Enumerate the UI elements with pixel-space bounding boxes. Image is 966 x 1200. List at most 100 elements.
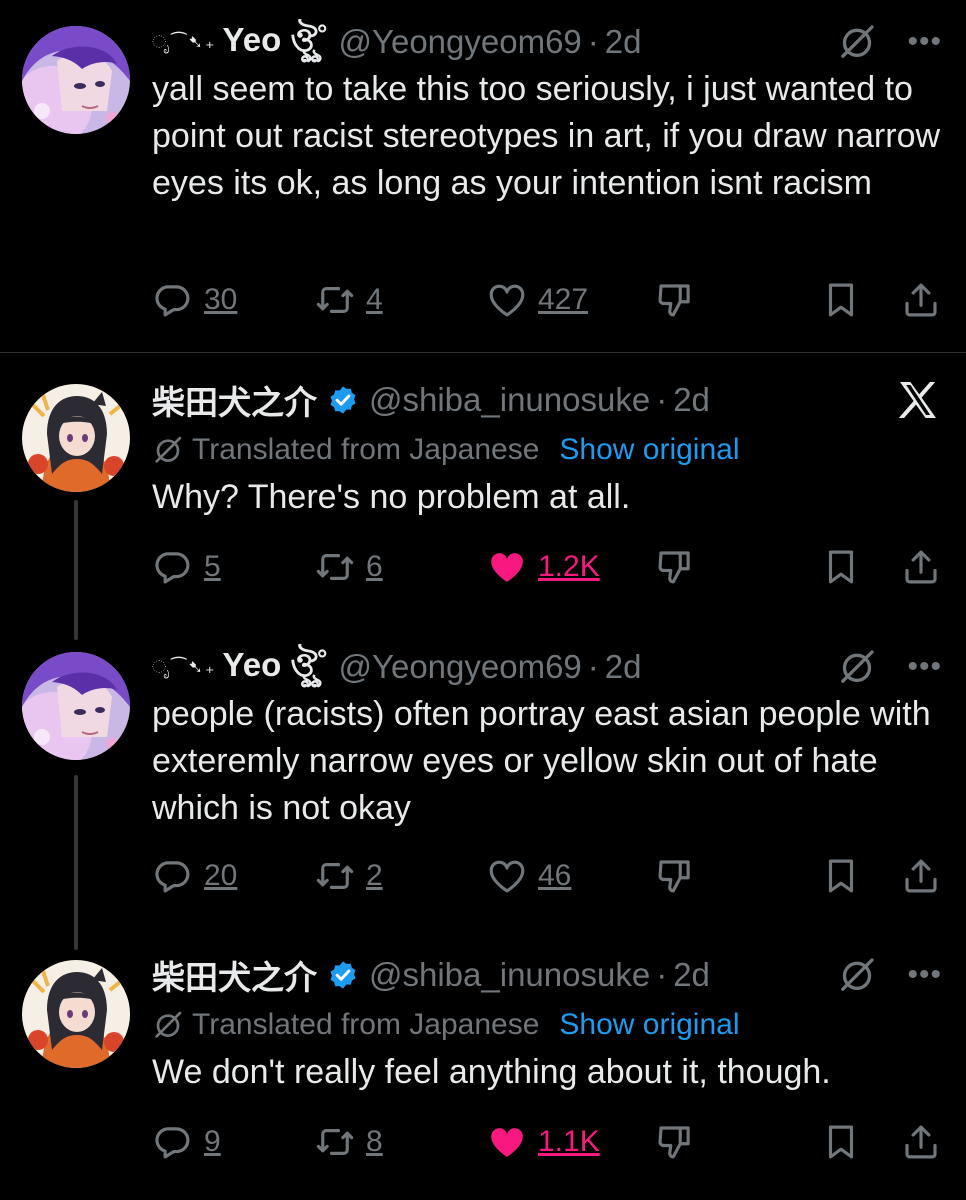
reply-button[interactable]: 20: [152, 851, 237, 901]
share-icon: [900, 279, 942, 321]
repost-count: 6: [366, 550, 383, 583]
timestamp[interactable]: 2d: [605, 23, 642, 61]
reply-count: 9: [204, 1125, 221, 1158]
share-button[interactable]: [900, 542, 942, 592]
show-original-link[interactable]: Show original: [559, 433, 739, 467]
bookmark-icon: [820, 855, 862, 897]
display-name[interactable]: Yeo ঔৣ˚: [223, 14, 329, 70]
tweet-header: ೃ⁀➷₊ Yeo ঔৣ˚ @Yeongyeom69 · 2d •••: [152, 645, 942, 689]
grok-icon[interactable]: [837, 647, 877, 687]
tweet[interactable]: ೃ⁀➷₊ Yeo ঔৣ˚ @Yeongyeom69 · 2d ••• peopl…: [0, 630, 966, 930]
share-button[interactable]: [900, 275, 942, 325]
repost-icon: [314, 546, 356, 588]
tweet-text: We don't really feel anything about it, …: [152, 1053, 831, 1091]
avatar[interactable]: [22, 384, 130, 492]
like-count: 46: [538, 859, 572, 892]
grok-icon[interactable]: [837, 22, 877, 62]
translated-label: Translated from Japanese: [192, 1008, 540, 1041]
reply-count: 5: [204, 550, 221, 583]
timestamp[interactable]: 2d: [673, 381, 710, 419]
user-handle[interactable]: @shiba_inunosuke: [369, 381, 650, 419]
display-name[interactable]: 柴田犬之介: [152, 951, 317, 999]
grok-icon: [152, 1009, 184, 1041]
bookmark-button[interactable]: [820, 275, 862, 325]
repost-button[interactable]: 8: [314, 1117, 383, 1167]
grok-icon[interactable]: [837, 955, 877, 995]
repost-button[interactable]: 2: [314, 851, 383, 901]
timestamp[interactable]: 2d: [673, 956, 710, 994]
share-icon: [900, 546, 942, 588]
show-original-link[interactable]: Show original: [559, 1008, 739, 1042]
conversation-thread: ೃ⁀➷₊ Yeo ঔৣ˚ @Yeongyeom69 · 2d ••• yall …: [0, 0, 966, 1200]
share-icon: [900, 855, 942, 897]
tweet-header: ೃ⁀➷₊ Yeo ঔৣ˚ @Yeongyeom69 · 2d •••: [152, 20, 942, 64]
like-button[interactable]: 1.2K: [486, 542, 600, 592]
reply-count: 30: [204, 283, 238, 316]
tweet-actions: 9 8 1.1K: [152, 1117, 942, 1167]
timestamp[interactable]: 2d: [605, 648, 642, 686]
separator-dot: ·: [656, 956, 668, 993]
bookmark-icon: [820, 1121, 862, 1163]
repost-count: 8: [366, 1125, 383, 1158]
bookmark-button[interactable]: [820, 542, 862, 592]
translated-label: Translated from Japanese: [192, 433, 540, 466]
display-name[interactable]: Yeo ঔৣ˚: [223, 639, 329, 695]
share-button[interactable]: [900, 1117, 942, 1167]
bookmark-button[interactable]: [820, 1117, 862, 1167]
heart-icon: [486, 855, 528, 897]
like-button[interactable]: 1.1K: [486, 1117, 600, 1167]
tweet[interactable]: 柴田犬之介 @shiba_inunosuke · 2d ••• Translat…: [0, 930, 966, 1200]
like-count: 1.2K: [538, 550, 600, 583]
repost-icon: [314, 855, 356, 897]
user-handle[interactable]: @shiba_inunosuke: [369, 956, 650, 994]
reply-count: 20: [204, 859, 238, 892]
avatar[interactable]: [22, 652, 130, 760]
x-logo-icon: [894, 376, 942, 424]
like-count: 1.1K: [538, 1125, 600, 1158]
repost-button[interactable]: 6: [314, 542, 383, 592]
thread-connector-line: [74, 775, 78, 950]
share-button[interactable]: [900, 851, 942, 901]
reply-icon: [152, 1121, 194, 1163]
dislike-button[interactable]: [654, 542, 696, 592]
more-options-icon[interactable]: •••: [907, 960, 942, 990]
name-decoration: ೃ⁀➷₊: [152, 656, 217, 677]
like-button[interactable]: 427: [486, 275, 588, 325]
separator-dot: ·: [656, 381, 668, 418]
reply-button[interactable]: 9: [152, 1117, 221, 1167]
tweet-header: 柴田犬之介 @shiba_inunosuke · 2d: [152, 378, 942, 422]
dislike-button[interactable]: [654, 851, 696, 901]
bookmark-button[interactable]: [820, 851, 862, 901]
bookmark-icon: [820, 546, 862, 588]
reply-button[interactable]: 30: [152, 275, 237, 325]
user-handle[interactable]: @Yeongyeom69: [338, 23, 581, 61]
translation-notice: Translated from Japanese Show original: [152, 428, 942, 472]
reply-button[interactable]: 5: [152, 542, 221, 592]
dislike-icon: [654, 1121, 696, 1163]
like-button[interactable]: 46: [486, 851, 571, 901]
avatar[interactable]: [22, 26, 130, 134]
heart-filled-icon: [486, 546, 528, 588]
dislike-icon: [654, 855, 696, 897]
heart-filled-icon: [486, 1121, 528, 1163]
more-options-icon[interactable]: •••: [907, 652, 942, 682]
share-icon: [900, 1121, 942, 1163]
bookmark-icon: [820, 279, 862, 321]
repost-button[interactable]: 4: [314, 275, 383, 325]
tweet[interactable]: ೃ⁀➷₊ Yeo ঔৣ˚ @Yeongyeom69 · 2d ••• yall …: [0, 0, 966, 352]
tweet[interactable]: 柴田犬之介 @shiba_inunosuke · 2d Translated f…: [0, 353, 966, 640]
like-count: 427: [538, 283, 589, 316]
more-options-icon[interactable]: •••: [907, 27, 942, 57]
display-name[interactable]: 柴田犬之介: [152, 376, 317, 424]
name-decoration: ೃ⁀➷₊: [152, 31, 217, 52]
avatar[interactable]: [22, 960, 130, 1068]
thread-connector-line: [74, 500, 78, 640]
tweet-text: people (racists) often portray east asia…: [152, 695, 931, 827]
separator-dot: ·: [587, 648, 599, 685]
reply-icon: [152, 855, 194, 897]
user-handle[interactable]: @Yeongyeom69: [338, 648, 581, 686]
verified-badge-icon: [327, 384, 359, 416]
dislike-button[interactable]: [654, 1117, 696, 1167]
tweet-actions: 20 2 46: [152, 851, 942, 901]
dislike-button[interactable]: [654, 275, 696, 325]
